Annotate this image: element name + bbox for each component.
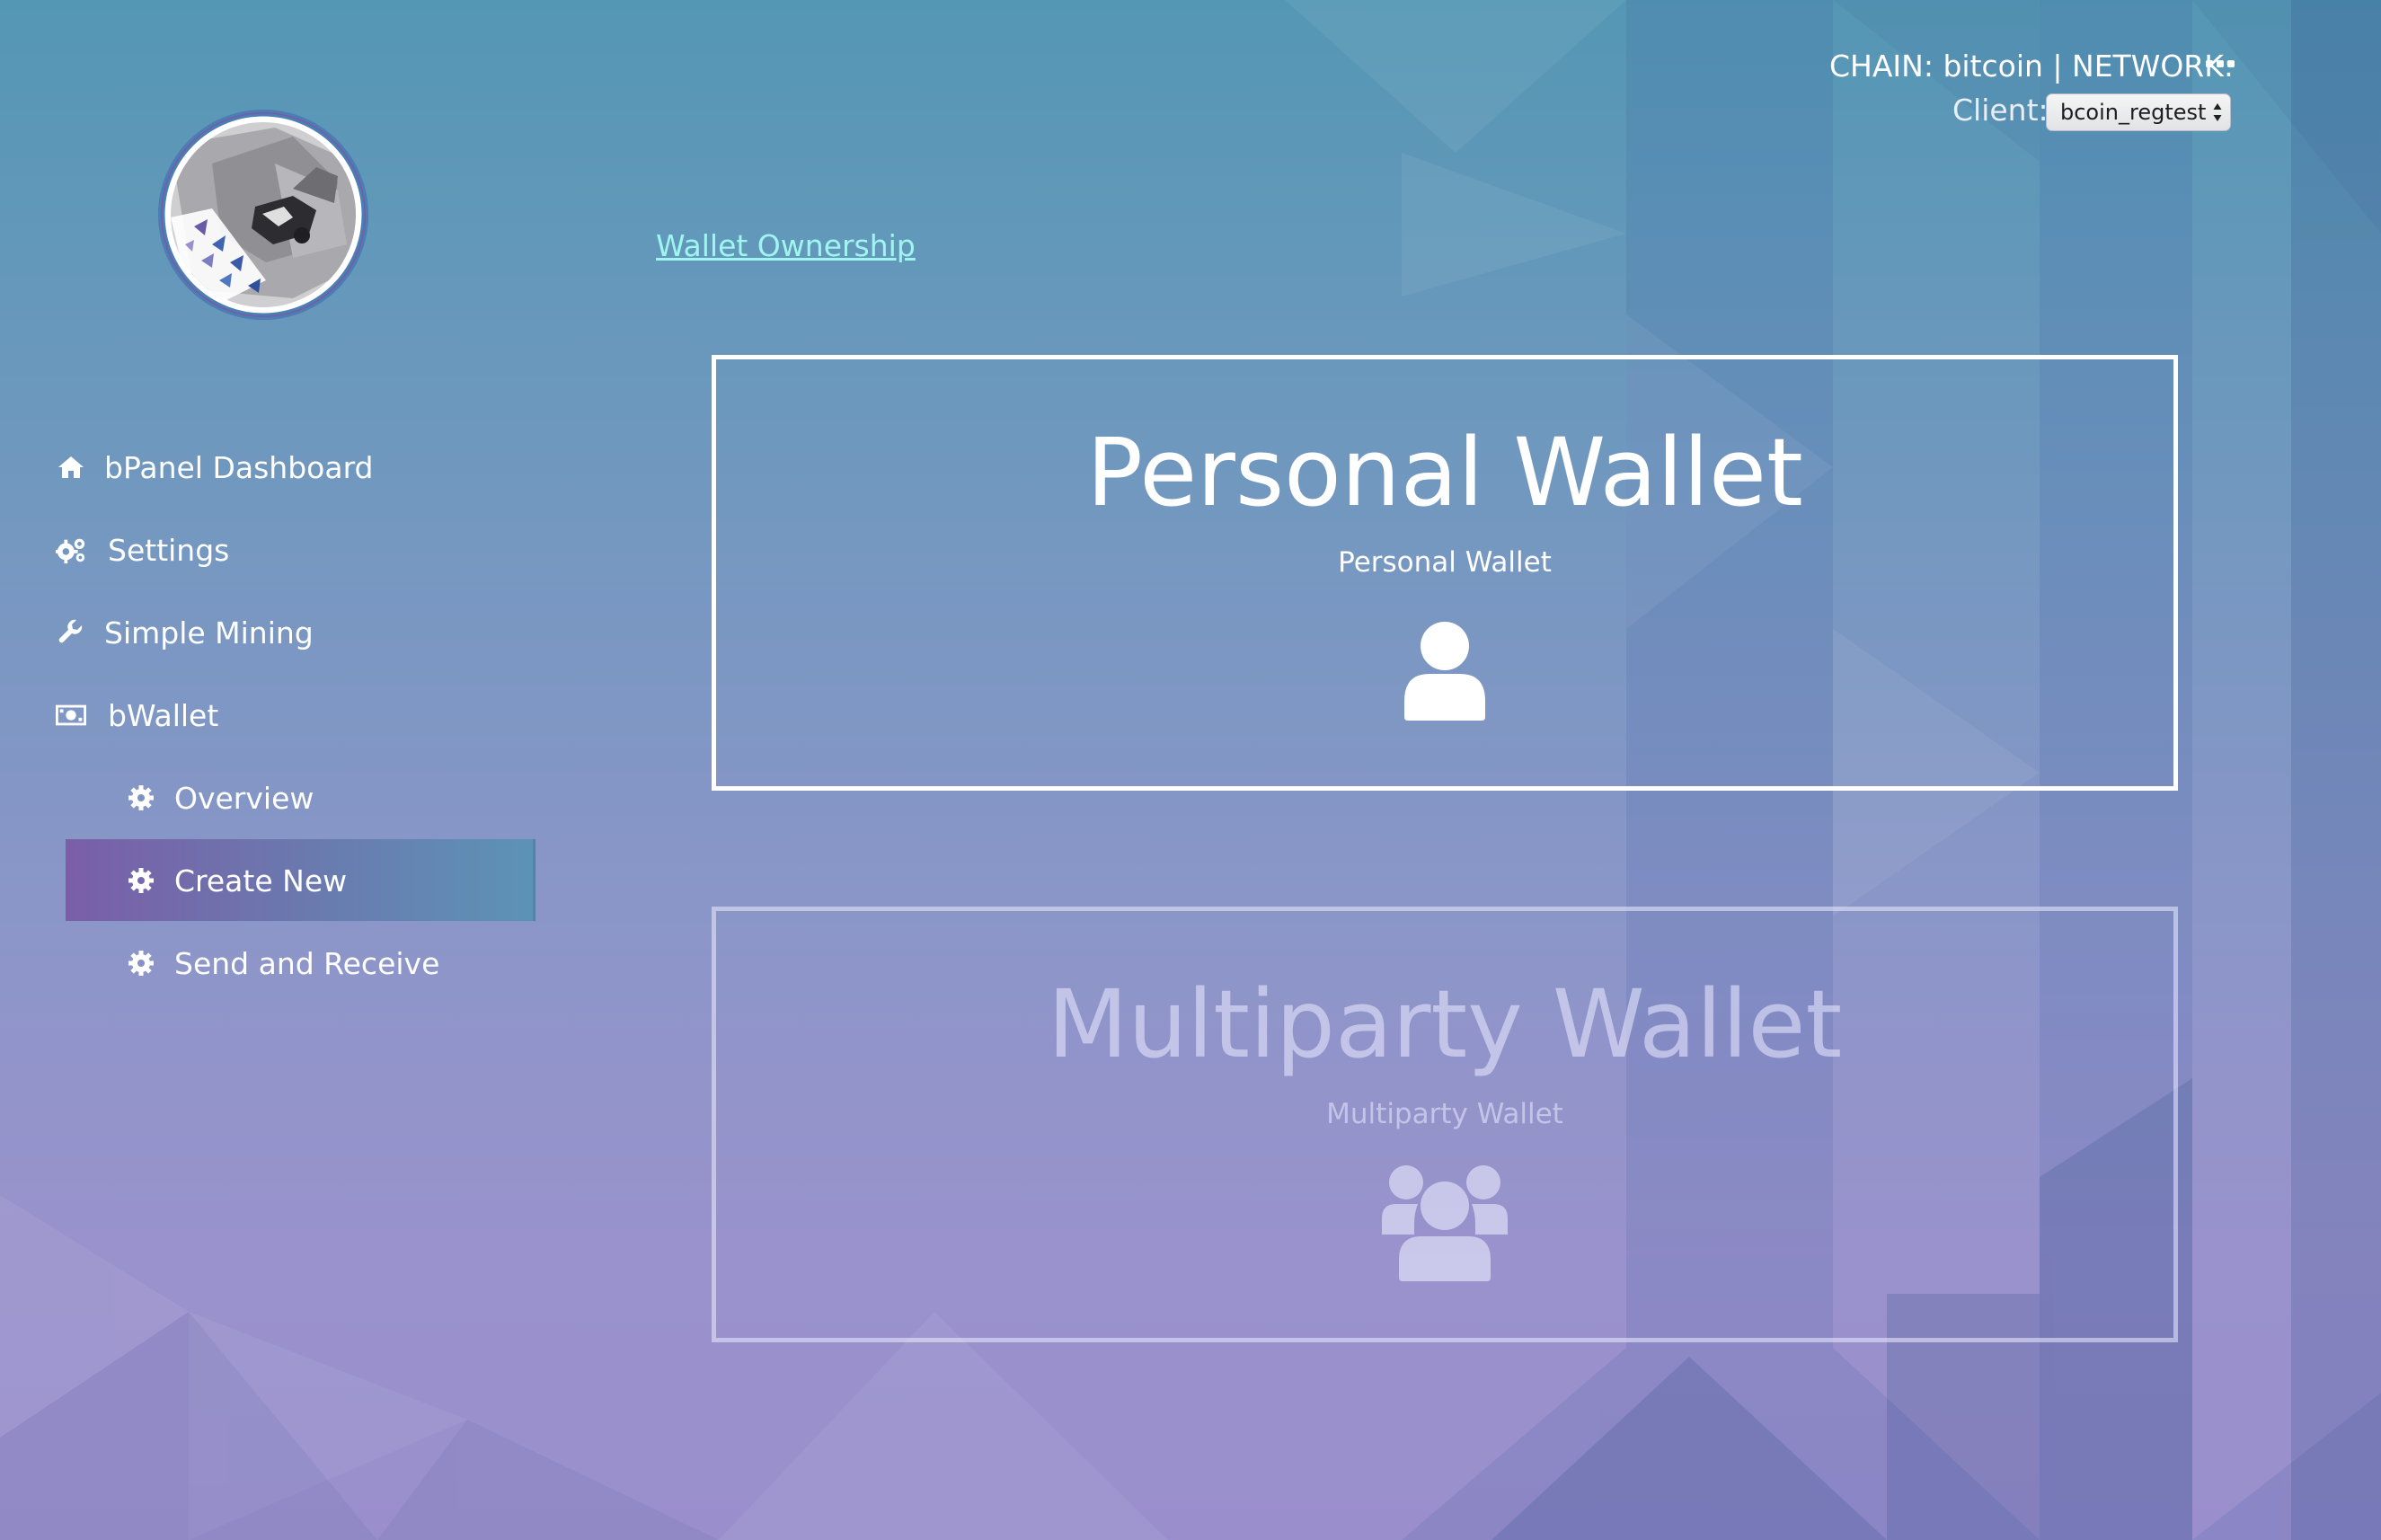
sidebar-item-bpanel-dashboard[interactable]: bPanel Dashboard	[56, 440, 374, 494]
sidebar-subitem-overview[interactable]: Overview	[126, 771, 314, 825]
wrench-icon	[56, 617, 86, 648]
cog-icon	[126, 865, 156, 896]
cog-icon	[126, 783, 156, 813]
card-subtitle: Personal Wallet	[1338, 546, 1552, 579]
wallet-ownership-link[interactable]: Wallet Ownership	[656, 228, 916, 263]
card-title: Multiparty Wallet	[1047, 969, 1843, 1079]
sidebar-item-label: Overview	[174, 780, 314, 816]
avatar	[158, 110, 368, 320]
card-title: Personal Wallet	[1086, 418, 1803, 527]
client-label: Client:	[1952, 93, 2049, 128]
multiparty-wallet-card[interactable]: Multiparty Wallet Multiparty Wallet	[712, 907, 2178, 1342]
personal-wallet-card[interactable]: Personal Wallet Personal Wallet	[712, 355, 2178, 791]
sidebar-item-settings[interactable]: Settings	[56, 523, 229, 577]
sidebar-item-label: Create New	[174, 863, 348, 898]
money-bill-icon	[56, 700, 86, 730]
chain-network-label: CHAIN: bitcoin | NETWORK:	[1828, 49, 2234, 84]
cog-icon	[126, 948, 156, 978]
home-icon	[56, 452, 86, 482]
select-arrows-icon	[2213, 103, 2222, 121]
sidebar-item-label: bWallet	[108, 697, 219, 733]
client-select-value: bcoin_regtest	[2060, 100, 2207, 125]
ellipsis-icon[interactable]	[2206, 58, 2235, 70]
sidebar-item-label: Settings	[108, 532, 230, 568]
sidebar-item-bwallet[interactable]: bWallet	[56, 688, 218, 742]
raccoon-logo-icon	[162, 113, 365, 316]
sidebar-item-label: Simple Mining	[104, 615, 314, 651]
sidebar-item-simple-mining[interactable]: Simple Mining	[56, 606, 314, 659]
users-icon	[1382, 1165, 1508, 1281]
sidebar-subitem-create-new[interactable]: Create New	[126, 854, 347, 907]
client-select[interactable]: bcoin_regtest	[2046, 93, 2231, 131]
gears-icon	[56, 535, 86, 565]
sidebar-subitem-send-and-receive[interactable]: Send and Receive	[126, 936, 439, 990]
card-subtitle: Multiparty Wallet	[1326, 1098, 1563, 1130]
sidebar-item-label: bPanel Dashboard	[104, 449, 374, 485]
sidebar-item-label: Send and Receive	[174, 945, 440, 981]
user-icon	[1404, 622, 1485, 721]
